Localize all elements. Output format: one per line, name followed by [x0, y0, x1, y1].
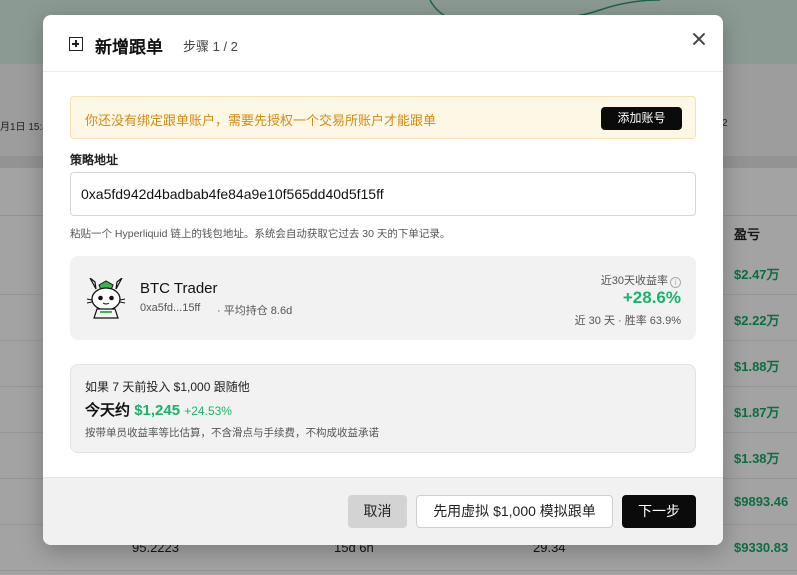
plus-square-icon [69, 37, 83, 51]
trader-avg-hold: · 平均持仓 8.6d [217, 305, 293, 317]
close-icon[interactable] [687, 27, 711, 51]
step-indicator: 步骤 1 / 2 [183, 39, 238, 54]
modal-footer: 取消 先用虚拟 $1,000 模拟跟单 下一步 [43, 477, 723, 545]
simulation-premise: 如果 7 天前投入 $1,000 跟随他 [85, 380, 250, 394]
next-step-button[interactable]: 下一步 [622, 495, 696, 528]
simulation-result: 今天约 $1,245 +24.53% [85, 402, 232, 419]
simulation-pct: +24.53% [184, 404, 232, 418]
strategy-address-input[interactable] [70, 172, 696, 216]
add-account-button[interactable]: 添加账号 [601, 107, 682, 130]
warning-text: 你还没有绑定跟单账户，需要先授权一个交易所账户才能跟单 [85, 113, 437, 128]
cancel-button[interactable]: 取消 [348, 495, 407, 528]
trader-short-address: 0xa5fd...15ff [140, 302, 201, 314]
no-account-warning: 你还没有绑定跟单账户，需要先授权一个交易所账户才能跟单 添加账号 [70, 96, 696, 139]
cat-avatar-icon [86, 278, 126, 319]
address-hint: 粘贴一个 Hyperliquid 链上的钱包地址。系统会自动获取它过去 30 天… [70, 228, 451, 240]
return-value: +28.6% [622, 288, 681, 307]
simulation-card: 如果 7 天前投入 $1,000 跟随他 今天约 $1,245 +24.53% … [70, 364, 696, 453]
modal-title: 新增跟单 [95, 38, 163, 57]
modal-header: 新增跟单 步骤 1 / 2 [43, 15, 723, 72]
simulation-amount: $1,245 [134, 402, 181, 419]
win-rate-text: 近 30 天 · 胜率 63.9% [574, 315, 681, 327]
simulation-disclaimer: 按带单员收益率等比估算，不含滑点与手续费，不构成收益承诺 [85, 427, 379, 439]
new-copy-trade-modal: 新增跟单 步骤 1 / 2 你还没有绑定跟单账户，需要先授权一个交易所账户才能跟… [43, 15, 723, 545]
return-label: 近30天收益率 i [601, 272, 681, 288]
info-icon[interactable]: i [670, 277, 681, 288]
strategy-address-label: 策略地址 [70, 153, 119, 167]
trader-name: BTC Trader [140, 280, 218, 297]
trader-preview-card: BTC Trader 0xa5fd...15ff · 平均持仓 8.6d 近30… [70, 256, 696, 340]
simulate-button[interactable]: 先用虚拟 $1,000 模拟跟单 [416, 495, 613, 528]
